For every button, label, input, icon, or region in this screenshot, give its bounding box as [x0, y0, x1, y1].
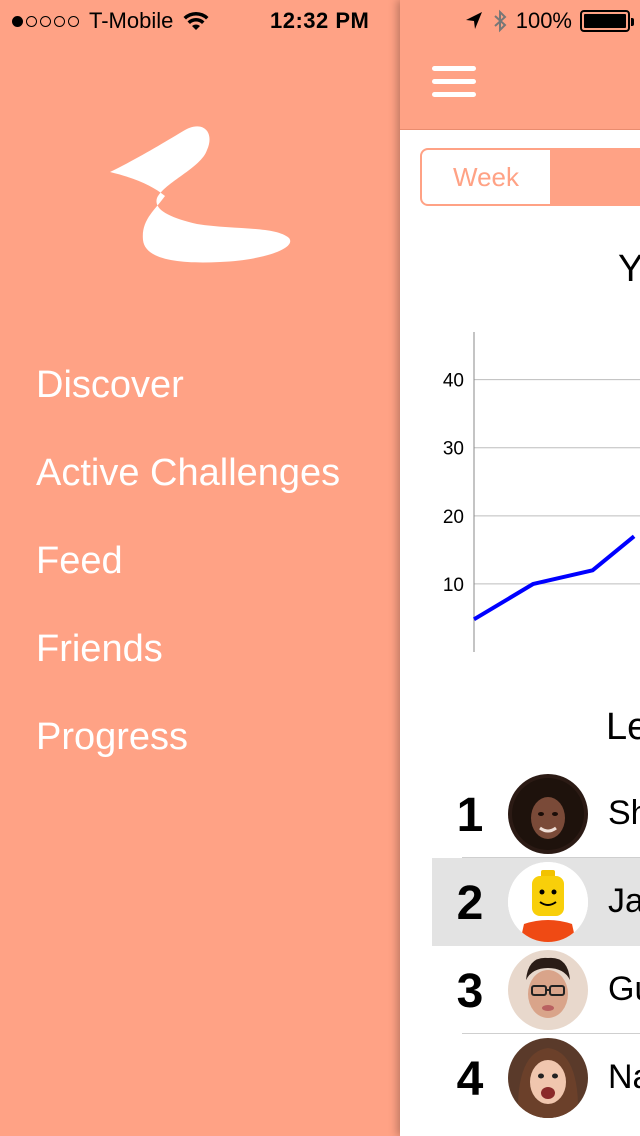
y-tick-label: 10	[443, 575, 464, 596]
clock: 12:32 PM	[270, 8, 370, 33]
man-glasses-avatar	[508, 950, 588, 1030]
woman-smiling-avatar	[508, 1038, 588, 1118]
leaderboard-row[interactable]: 3 Gu	[432, 946, 640, 1034]
y-axis-ticks: 10 20 30 40	[443, 371, 464, 596]
player-name: Na	[608, 1058, 640, 1096]
y-tick-label: 40	[443, 371, 464, 392]
rank-number: 4	[456, 1053, 484, 1106]
content-panel: Week Y 10 20 30 40 Le 1 Sh 2	[400, 0, 640, 1136]
battery-icon	[580, 10, 634, 32]
side-menu: Discover Active Challenges Feed Friends …	[0, 0, 400, 1136]
location-arrow-icon	[465, 12, 482, 29]
segment-selected[interactable]	[550, 150, 640, 204]
player-name: Gu	[608, 970, 640, 1008]
leaderboard-row[interactable]: 1 Sh	[432, 770, 640, 858]
battery-percent: 100%	[515, 8, 572, 33]
bluetooth-icon	[494, 9, 507, 33]
hamburger-icon[interactable]	[432, 66, 476, 98]
series-line	[472, 534, 636, 622]
menu-item-friends[interactable]: Friends	[36, 628, 163, 671]
menu-item-discover[interactable]: Discover	[36, 364, 184, 407]
rank-number: 3	[456, 965, 484, 1018]
segment-week[interactable]: Week	[422, 150, 550, 204]
carrier-label: T-Mobile	[89, 8, 174, 33]
menu-item-progress[interactable]: Progress	[36, 716, 188, 759]
woman-curly-hair-avatar	[508, 774, 588, 854]
leaderboard-row[interactable]: 4 Na	[432, 1034, 640, 1122]
menu-item-active-challenges[interactable]: Active Challenges	[36, 452, 340, 495]
period-segmented-control: Week	[420, 148, 640, 206]
avatar	[508, 950, 588, 1030]
status-right: 100%	[464, 8, 634, 34]
leaderboard-title: Le	[606, 706, 640, 748]
wifi-icon	[183, 11, 209, 30]
player-name: Sh	[608, 794, 640, 832]
chart-title: Y	[618, 248, 640, 290]
rank-number: 1	[456, 789, 484, 842]
avatar	[508, 774, 588, 854]
avatar	[508, 1038, 588, 1118]
lego-figure-avatar	[508, 862, 588, 942]
avatar	[508, 862, 588, 942]
y-tick-label: 30	[443, 439, 464, 460]
menu-item-feed[interactable]: Feed	[36, 540, 123, 583]
signal-strength-icon	[12, 15, 79, 27]
y-tick-label: 20	[443, 507, 464, 528]
status-left: T-Mobile	[12, 8, 209, 34]
status-bar: T-Mobile 12:32 PM 100%	[0, 0, 640, 40]
leaderboard-row-current-user[interactable]: 2 Ja	[432, 858, 640, 946]
rank-number: 2	[456, 877, 484, 930]
pelican-logo	[110, 126, 291, 263]
player-name: Ja	[608, 882, 640, 920]
progress-chart: 10 20 30 40	[443, 332, 640, 652]
